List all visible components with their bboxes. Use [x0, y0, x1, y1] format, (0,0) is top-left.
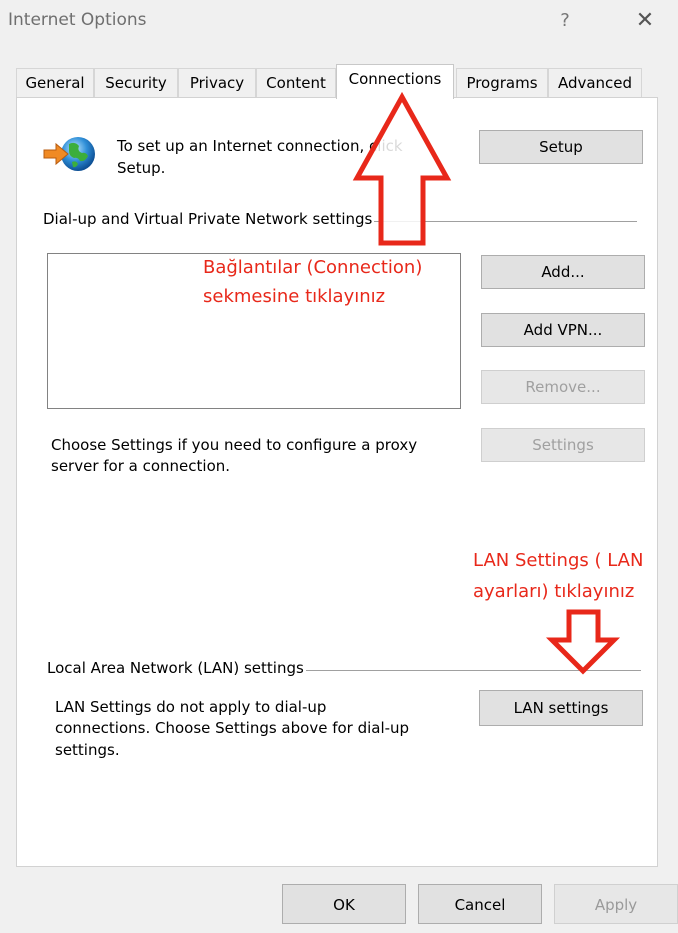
apply-button[interactable]: Apply [554, 884, 678, 924]
help-button[interactable]: ? [553, 6, 577, 36]
tab-privacy[interactable]: Privacy [178, 68, 256, 97]
add-vpn-button[interactable]: Add VPN... [481, 313, 645, 347]
tab-content[interactable]: Content [256, 68, 336, 97]
vpn-group-label: Dial-up and Virtual Private Network sett… [43, 210, 375, 228]
setup-description-line1: To set up an Internet connection, click [117, 137, 403, 155]
tab-security[interactable]: Security [94, 68, 178, 97]
connections-annotation-line2: sekmesine tıklayınız [203, 286, 386, 307]
lan-description-line1: LAN Settings do not apply to dial-up [55, 698, 327, 716]
close-button[interactable]: ✕ [628, 6, 662, 36]
lan-settings-button[interactable]: LAN settings [479, 690, 643, 726]
tab-general[interactable]: General [16, 68, 94, 97]
tab-programs[interactable]: Programs [456, 68, 548, 97]
proxy-description-line2: server for a connection. [51, 457, 231, 475]
title-bar: Internet Options ? ✕ [0, 0, 678, 48]
lan-group-label: Local Area Network (LAN) settings [47, 659, 306, 677]
globe-connection-icon [42, 134, 98, 174]
lan-description-line3: settings. [55, 741, 120, 759]
lan-description-line2: connections. Choose Settings above for d… [55, 719, 410, 737]
connections-annotation-line1: Bağlantılar (Connection) [203, 257, 423, 278]
proxy-description-line1: Choose Settings if you need to configure… [51, 436, 418, 454]
setup-description-line2: Setup. [117, 159, 166, 177]
window-title: Internet Options [8, 10, 147, 30]
tab-connections[interactable]: Connections [336, 64, 454, 99]
lan-annotation-line1: LAN Settings ( LAN [473, 550, 644, 571]
add-button[interactable]: Add... [481, 255, 645, 289]
setup-button[interactable]: Setup [479, 130, 643, 164]
tab-strip: General Security Privacy Content Connect… [16, 64, 656, 99]
ok-button[interactable]: OK [282, 884, 406, 924]
lan-annotation-line2: ayarları) tıklayınız [473, 581, 635, 602]
cancel-button[interactable]: Cancel [418, 884, 542, 924]
tab-advanced[interactable]: Advanced [548, 68, 642, 97]
settings-button[interactable]: Settings [481, 428, 645, 462]
remove-button[interactable]: Remove... [481, 370, 645, 404]
